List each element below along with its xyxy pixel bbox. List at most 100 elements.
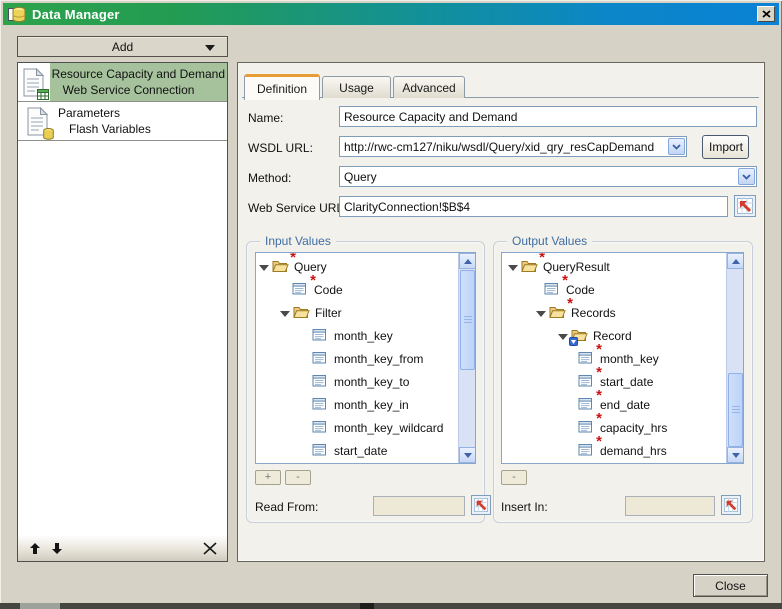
expand-arrow-icon[interactable] [508,265,518,271]
field-icon [312,397,330,412]
scroll-down-button[interactable] [459,447,476,463]
wsdl-dropdown-button[interactable] [668,138,685,155]
tab-label: Definition [257,82,307,96]
data-manager-window: Data Manager Add Resource Capacity and D… [0,0,782,609]
scroll-up-button[interactable] [459,253,476,269]
tree-node-label: demand_hrs [600,444,667,458]
output-values-title: Output Values [507,234,592,248]
scroll-down-button[interactable] [727,447,744,463]
required-asterisk: * [539,253,545,263]
tree-row[interactable]: Record [502,324,743,347]
expand-arrow-icon[interactable] [259,265,269,271]
name-value: Resource Capacity and Demand [344,110,517,124]
method-dropdown-button[interactable] [738,168,755,185]
field-icon [312,420,330,435]
add-button[interactable]: Add [17,36,228,57]
tree-node-label: month_key_wildcard [334,421,443,435]
tab-definition[interactable]: Definition [244,74,320,100]
connection-list-items: Resource Capacity and Demand Web Service… [18,63,227,141]
expand-arrow-icon[interactable] [280,311,290,317]
tree-row[interactable]: month_key [256,324,475,347]
output-tree-scrollbar[interactable] [726,253,743,463]
details-panel: Definition Usage Advanced Name: Resource… [237,62,765,562]
field-icon [312,374,330,389]
field-icon: * [544,282,562,297]
delete-item-button[interactable] [203,541,217,555]
repeating-record-badge [569,337,578,346]
tree-row[interactable]: * Code [502,278,743,301]
list-item[interactable]: Resource Capacity and Demand Web Service… [18,63,227,102]
tree-row[interactable]: month_key_from [256,347,475,370]
web-service-url-value: ClarityConnection!$B$4 [344,200,470,214]
input-remove-row-button[interactable]: - [285,470,311,485]
tree-row[interactable]: * end_date [502,393,743,416]
tree-row[interactable]: * Code [256,278,475,301]
tab-usage[interactable]: Usage [322,76,391,98]
scrollbar-thumb[interactable] [728,373,743,447]
field-icon: * [578,397,596,412]
field-icon [312,351,330,366]
tree-node-label: month_key [600,352,659,366]
tab-label: Advanced [402,81,455,95]
web-service-url-input[interactable]: ClarityConnection!$B$4 [339,196,728,217]
tree-node-label: Code [314,283,343,297]
scroll-up-button[interactable] [727,253,744,269]
tree-node-label: capacity_hrs [600,421,667,435]
tree-row[interactable]: month_key_to [256,370,475,393]
move-down-button[interactable] [52,541,62,555]
expand-arrow-icon[interactable] [536,311,546,317]
name-input[interactable]: Resource Capacity and Demand [339,106,757,127]
list-item[interactable]: Parameters Flash Variables [18,102,227,141]
web-service-url-cell-picker-button[interactable] [734,195,756,217]
window-close-button[interactable] [757,6,775,22]
tree-row[interactable]: * month_key [502,347,743,370]
tree-row[interactable]: month_key_in [256,393,475,416]
tree-row[interactable]: start_date [256,439,475,462]
field-icon: * [578,351,596,366]
output-remove-row-button[interactable]: - [501,470,527,485]
output-values-tree: * QueryResult * Code * Records [501,252,744,464]
input-add-row-button[interactable]: + [255,470,281,485]
read-from-cell-picker-button[interactable] [471,495,491,515]
tree-row[interactable]: * demand_hrs [502,439,743,462]
tree-row[interactable]: month_key_wildcard [256,416,475,439]
tree-node-label: end_date [600,398,650,412]
wsdl-url-combobox[interactable]: http://rwc-cm127/niku/wsdl/Query/xid_qry… [339,136,687,157]
insert-in-label: Insert In: [501,500,548,514]
tree-row[interactable]: * start_date [502,370,743,393]
tree-row[interactable]: Filter [256,301,475,324]
input-values-tree: * Query * Code Filter [255,252,476,464]
window-title: Data Manager [32,7,120,22]
tree-row[interactable]: * capacity_hrs [502,416,743,439]
wsdl-url-value: http://rwc-cm127/niku/wsdl/Query/xid_qry… [344,140,654,154]
output-values-tree-rows: * QueryResult * Code * Records [502,253,743,462]
input-tree-scrollbar[interactable] [458,253,475,463]
field-icon: * [578,420,596,435]
method-combobox[interactable]: Query [339,166,757,187]
insert-in-input[interactable] [625,496,715,516]
field-icon [312,328,330,343]
tree-node-label: month_key_in [334,398,409,412]
tree-row[interactable]: * QueryResult [502,255,743,278]
field-icon: * [578,374,596,389]
tab-label: Usage [339,81,374,95]
field-icon: * [292,282,310,297]
field-icon: * [578,443,596,458]
tab-advanced[interactable]: Advanced [393,76,465,98]
scrollbar-thumb[interactable] [460,270,475,370]
import-button[interactable]: Import [702,135,749,159]
move-up-button[interactable] [30,541,40,555]
tree-row[interactable]: * Query [256,255,475,278]
required-asterisk: * [562,276,568,286]
insert-in-cell-picker-button[interactable] [721,495,741,515]
dropdown-caret-icon [205,45,215,51]
method-value: Query [344,170,377,184]
expand-arrow-icon[interactable] [558,334,568,340]
tree-row[interactable]: * Records [502,301,743,324]
tree-node-label: start_date [334,444,387,458]
method-label: Method: [248,171,291,185]
input-values-title: Input Values [260,234,336,248]
read-from-input[interactable] [373,496,465,516]
titlebar[interactable]: Data Manager [3,3,779,25]
close-button[interactable]: Close [693,574,768,597]
